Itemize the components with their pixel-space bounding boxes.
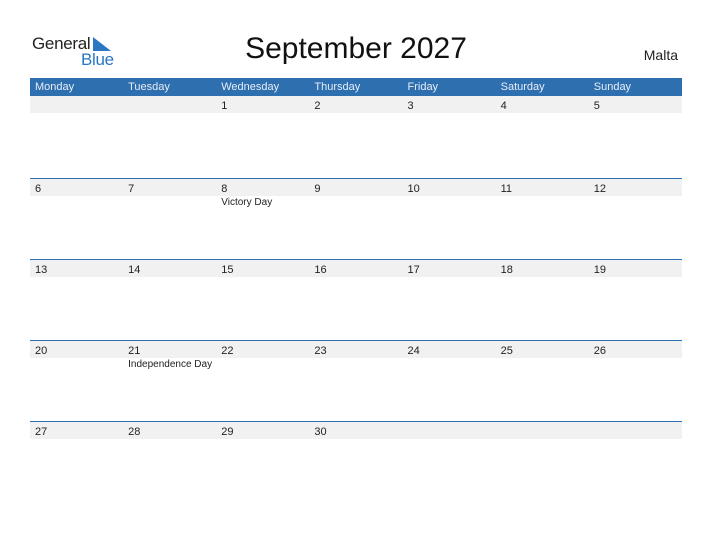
day-number: 13 — [35, 264, 48, 276]
day-number: 27 — [35, 426, 48, 438]
day-cell: 17 — [403, 260, 496, 277]
day-cell: 19 — [589, 260, 682, 277]
day-cell: 13 — [30, 260, 123, 277]
day-cell — [30, 96, 123, 113]
day-cell: 11 — [496, 179, 589, 196]
day-cell: 4 — [496, 96, 589, 113]
day-number: 25 — [500, 345, 513, 357]
day-number: 30 — [314, 426, 327, 438]
day-cell: 20 — [30, 341, 123, 358]
week-row: 13 14 15 16 17 18 19 — [30, 259, 682, 340]
day-cell: 25 — [496, 341, 589, 358]
weekday-thursday: Thursday — [314, 81, 361, 93]
day-number: 17 — [407, 264, 420, 276]
day-number: 4 — [500, 100, 507, 112]
day-number: 19 — [593, 264, 606, 276]
day-number: 21 — [128, 345, 141, 357]
holiday-label: Independence Day — [128, 359, 213, 370]
weekday-tuesday: Tuesday — [128, 81, 170, 93]
day-cell: 8 Victory Day — [216, 179, 309, 208]
day-number: 5 — [593, 100, 600, 112]
day-cell: 9 — [309, 179, 402, 196]
weekday-friday: Friday — [407, 81, 439, 93]
weekday-wednesday: Wednesday — [221, 81, 280, 93]
calendar-title: September 2027 — [245, 32, 467, 65]
day-cell: 26 — [589, 341, 682, 358]
day-number: 8 — [221, 183, 228, 195]
day-cell: 18 — [496, 260, 589, 277]
day-number: 22 — [221, 345, 234, 357]
week-row: 6 7 8 Victory Day 9 10 11 12 — [30, 178, 682, 259]
day-cell — [123, 96, 216, 113]
day-cell — [589, 422, 682, 439]
day-cell — [403, 422, 496, 439]
day-number: 6 — [35, 183, 42, 195]
day-number: 12 — [593, 183, 606, 195]
day-number: 10 — [407, 183, 420, 195]
day-number: 11 — [500, 183, 513, 195]
day-cell: 28 — [123, 422, 216, 439]
day-number: 26 — [593, 345, 606, 357]
day-cell: 10 — [403, 179, 496, 196]
day-number: 29 — [221, 426, 234, 438]
day-cell: 24 — [403, 341, 496, 358]
day-number: 14 — [128, 264, 141, 276]
day-cell: 12 — [589, 179, 682, 196]
day-cell: 15 — [216, 260, 309, 277]
week-row: 27 28 29 30 — [30, 421, 682, 502]
week-row: 1 2 3 4 5 — [30, 96, 682, 178]
weekday-monday: Monday — [35, 81, 75, 93]
day-cell: 23 — [309, 341, 402, 358]
day-cell: 22 — [216, 341, 309, 358]
day-cell: 3 — [403, 96, 496, 113]
week-date-band: 13 14 15 16 17 18 19 — [30, 260, 682, 277]
week-date-band: 20 21 Independence Day 22 23 24 25 26 — [30, 341, 682, 370]
weekday-saturday: Saturday — [500, 81, 545, 93]
day-cell: 27 — [30, 422, 123, 439]
day-number: 23 — [314, 345, 327, 357]
day-cell — [496, 422, 589, 439]
day-number: 20 — [35, 345, 48, 357]
day-cell: 7 — [123, 179, 216, 196]
day-cell: 30 — [309, 422, 402, 439]
country-label: Malta — [643, 47, 678, 63]
day-cell: 5 — [589, 96, 682, 113]
day-cell: 1 — [216, 96, 309, 113]
weekday-header: Monday Tuesday Wednesday Thursday Friday… — [30, 78, 682, 96]
day-cell: 2 — [309, 96, 402, 113]
day-number: 16 — [314, 264, 327, 276]
day-number: 28 — [128, 426, 141, 438]
day-number: 7 — [128, 183, 135, 195]
day-number: 3 — [407, 100, 414, 112]
day-number: 9 — [314, 183, 321, 195]
week-date-band: 27 28 29 30 — [30, 422, 682, 439]
day-number: 2 — [314, 100, 321, 112]
day-number: 24 — [407, 345, 420, 357]
day-cell: 6 — [30, 179, 123, 196]
day-cell: 16 — [309, 260, 402, 277]
holiday-label: Victory Day — [221, 197, 273, 208]
calendar-grid: Monday Tuesday Wednesday Thursday Friday… — [30, 78, 682, 502]
day-number: 15 — [221, 264, 234, 276]
day-cell: 29 — [216, 422, 309, 439]
week-date-band: 6 7 8 Victory Day 9 10 11 12 — [30, 179, 682, 208]
week-date-band: 1 2 3 4 5 — [30, 96, 682, 113]
day-cell: 14 — [123, 260, 216, 277]
weekday-sunday: Sunday — [593, 81, 632, 93]
week-row: 20 21 Independence Day 22 23 24 25 26 — [30, 340, 682, 421]
day-number: 18 — [500, 264, 513, 276]
day-cell: 21 Independence Day — [123, 341, 216, 370]
day-number: 1 — [221, 100, 228, 112]
